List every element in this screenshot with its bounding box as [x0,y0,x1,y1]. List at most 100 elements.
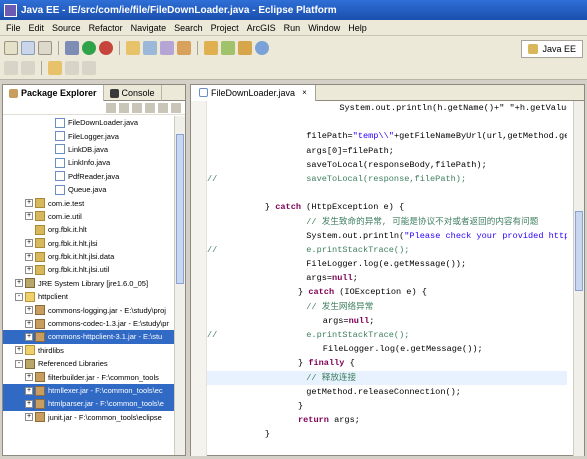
expand-toggle-icon[interactable]: + [15,279,23,288]
tree-item[interactable]: + org.fbk.it.hlt.jlsi.data [3,250,175,263]
code-comment: saveToLocal(response,filePath); [306,173,467,184]
tree-item[interactable]: FileLogger.java [3,129,175,142]
tree-item[interactable]: - httpclient [3,290,175,303]
code-line: FileLogger.log(e.getMessage()); [207,257,567,271]
tree-item[interactable]: + commons-httpclient-3.1.jar - E:\stu [3,330,175,344]
up-icon[interactable] [132,102,142,113]
globe-icon[interactable] [255,41,269,55]
editor-scrollbar[interactable] [573,101,584,456]
search-icon[interactable] [204,41,218,55]
perspective-switcher[interactable]: Java EE [521,40,583,58]
expand-toggle-icon[interactable]: + [25,265,33,274]
window-title-bar: Java EE - IE/src/com/ie/file/FileDownLoa… [0,0,587,20]
tree-item[interactable]: + junit.jar - F:\common_tools\eclipse [3,411,175,424]
expand-toggle-icon[interactable]: - [15,359,23,368]
tree-item[interactable]: PdfReader.java [3,170,175,183]
tree-item[interactable]: + com.ie.test [3,196,175,209]
tree-item[interactable]: LinkDB.java [3,143,175,156]
close-icon[interactable]: × [302,88,307,97]
tree-item[interactable]: + org.fbk.it.hlt.jlsi.util [3,263,175,276]
expand-toggle-icon[interactable]: + [25,319,33,328]
previous-annotation-icon[interactable] [21,61,35,75]
new-server-icon[interactable] [126,41,140,55]
tree-item[interactable]: + htmllexer.jar - F:\common_tools\ec [3,383,175,398]
tree-item[interactable]: + thirdlibs [3,344,175,357]
tree-item[interactable]: FileDownLoader.java [3,116,175,129]
next-annotation-icon[interactable] [4,61,18,75]
code-token: ; [352,273,358,284]
new-package-icon[interactable] [160,41,174,55]
menu-refactor[interactable]: Refactor [85,23,127,33]
expand-toggle-icon[interactable]: + [25,252,33,261]
forward-icon[interactable] [119,102,129,113]
edit-icon[interactable] [221,41,235,55]
new-class-icon[interactable] [143,41,157,55]
run-icon[interactable] [82,41,96,55]
scrollbar-thumb[interactable] [575,211,583,291]
tree-item[interactable]: + filterbuilder.jar - F:\common_tools [3,370,175,383]
tree-item[interactable]: Queue.java [3,183,175,196]
link-with-editor-icon[interactable] [158,102,168,113]
menu-arcgis[interactable]: ArcGIS [243,23,280,33]
code-line: // saveToLocal(response,filePath); [207,172,567,186]
tree-scrollbar[interactable] [174,116,185,455]
code-comment: // 发生网络异常 [306,301,374,312]
menu-help[interactable]: Help [344,23,371,33]
code-token: ; [369,315,375,326]
forward-icon[interactable] [82,61,96,75]
tab-label: Package Explorer [21,88,97,98]
eclipse-app-icon [4,3,17,17]
menu-project[interactable]: Project [207,23,243,33]
expand-toggle-icon[interactable]: - [15,292,23,301]
tree-item[interactable]: + htmlparser.jar - F:\common_tools\e [3,397,175,411]
expand-toggle-icon[interactable]: + [25,199,33,208]
new-icon[interactable] [4,41,18,55]
tree-item[interactable]: + commons-logging.jar - E:\study\proj [3,303,175,316]
menu-window[interactable]: Window [304,23,344,33]
tree-item[interactable]: + JRE System Library [jre1.6.0_05] [3,277,175,290]
tree-item[interactable]: + com.ie.util [3,210,175,223]
last-edit-icon[interactable] [48,61,62,75]
tree-item[interactable]: LinkInfo.java [3,156,175,169]
expand-toggle-icon[interactable]: + [25,239,33,248]
external-tools-icon[interactable] [99,41,113,55]
collapse-all-icon[interactable] [145,102,155,113]
expand-toggle-icon[interactable]: + [25,212,33,221]
scrollbar-thumb[interactable] [176,134,184,284]
tree-item[interactable]: org.fbk.it.hlt [3,223,175,236]
expand-toggle-icon[interactable]: + [25,399,33,408]
menu-source[interactable]: Source [48,23,85,33]
toolbar-separator [58,41,59,55]
expand-toggle-icon[interactable]: + [25,373,33,382]
expand-toggle-icon[interactable]: + [15,346,23,355]
tree-item[interactable]: + org.fbk.it.hlt.jlsi [3,237,175,250]
tree-item[interactable]: - Referenced Libraries [3,357,175,370]
print-icon[interactable] [38,41,52,55]
debug-icon[interactable] [65,41,79,55]
expand-toggle-icon[interactable]: + [25,413,33,422]
save-icon[interactable] [21,41,35,55]
expand-toggle-icon[interactable]: + [25,332,33,341]
back-icon[interactable] [106,102,116,113]
tab-console[interactable]: Console [104,85,162,101]
tree-item[interactable]: + commons-codec-1.3.jar - E:\study\pr [3,317,175,330]
code-text: // 发生致命的异常, 可能是协议不对或者返回的内容有问题 [306,215,538,229]
package-icon [35,251,45,262]
menu-navigate[interactable]: Navigate [127,23,171,33]
menu-search[interactable]: Search [170,23,207,33]
view-menu-icon[interactable] [171,102,181,113]
annotation-icon[interactable] [238,41,252,55]
menu-run[interactable]: Run [280,23,305,33]
code-text: } [298,399,303,413]
code-text: e.printStackTrace(); [306,243,409,257]
expand-toggle-icon[interactable]: + [25,386,33,395]
menu-file[interactable]: File [2,23,25,33]
code-line: args[0]=filePath; [207,144,567,158]
editor-tab-filedownloader[interactable]: FileDownLoader.java × [191,84,316,101]
menu-edit[interactable]: Edit [25,23,49,33]
open-type-icon[interactable] [177,41,191,55]
code-area[interactable]: System.out.println(h.getName()+" "+h.get… [207,101,567,456]
expand-toggle-icon[interactable]: + [25,306,33,315]
back-icon[interactable] [65,61,79,75]
tab-package-explorer[interactable]: Package Explorer [3,85,104,101]
